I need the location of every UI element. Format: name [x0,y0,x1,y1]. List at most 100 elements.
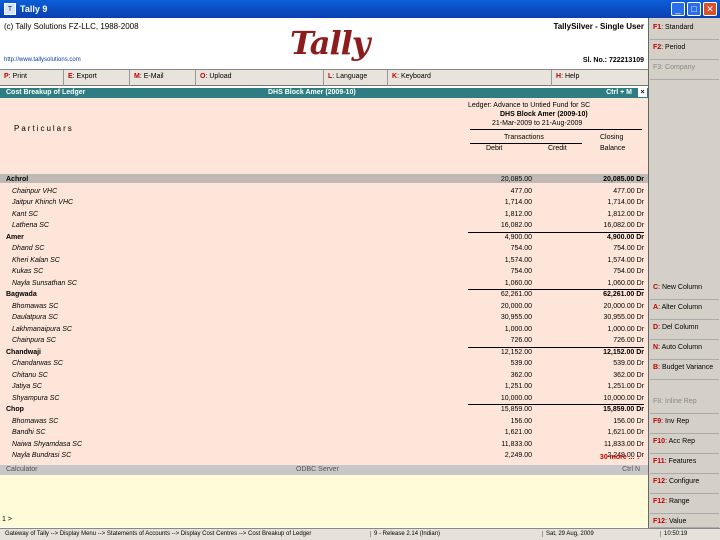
cost-centre-row[interactable]: Lathena SC 16,082.00 16,082.00 Dr [0,221,648,232]
report-shortcut: Ctrl + M [606,89,632,96]
configure-button[interactable]: F12: Configure [650,474,719,494]
row-name: Shyampura SC [12,394,60,402]
row-balance: 30,955.00 Dr [603,314,644,321]
cost-centre-group-row[interactable]: Chandwaji 12,152.00 12,152.00 Dr [0,348,648,359]
odbc-server-label: ODBC Server [296,466,339,473]
row-debit: 20,085.00 [500,176,532,183]
cost-centre-row[interactable]: Kukas SC 754.00 754.00 Dr [0,267,648,278]
cost-centre-row[interactable]: Chandarwas SC 539.00 539.00 Dr [0,359,648,370]
cost-centre-row[interactable]: Bandhi SC 1,621.00 1,621.00 Dr [0,428,648,439]
cost-centre-row[interactable]: Daulatpura SC 30,955.00 30,955.00 Dr [0,313,648,324]
row-balance: 20,000.00 Dr [603,302,644,310]
features-button[interactable]: F11: Features [650,454,719,474]
range-button[interactable]: F12: Range [650,494,719,514]
minimize-button[interactable]: _ [671,2,685,16]
close-report-icon[interactable]: × [638,88,647,97]
cost-centre-row[interactable]: Jaitpur Khinch VHC 1,714.00 1,714.00 Dr [0,198,648,209]
menu-upload[interactable]: O: Upload [196,70,324,86]
auto-column-button[interactable]: N: Auto Column [650,340,719,360]
row-name: Jaitpur Khinch VHC [12,199,74,206]
cost-centre-row[interactable]: Kant SC 1,812.00 1,812.00 Dr [0,210,648,221]
website-url[interactable]: http://www.tallysolutions.com [4,57,81,63]
cost-centre-group-row[interactable]: Achrol 20,085.00 20,085.00 Dr [0,175,648,186]
row-debit: 2,249.00 [504,452,532,459]
report-title: Cost Breakup of Ledger [6,89,86,96]
new-column-button[interactable]: C: New Column [650,280,719,300]
row-debit: 16,082.00 [500,222,532,229]
window-titlebar: T Tally 9 _ □ ✕ [0,0,720,18]
menu-export[interactable]: E: Export [64,70,130,86]
row-name: Dhand SC [12,245,45,252]
row-name: Daulatpura SC [12,314,58,321]
row-name: Lathena SC [12,222,49,229]
row-name: Chandwaji [6,348,42,356]
row-debit: 20,000.00 [500,302,532,310]
edition-text: TallySilver - Single User [553,22,644,31]
row-name: Chitanu SC [12,371,48,379]
row-balance: 1,000.00 Dr [607,325,644,333]
cost-centre-row[interactable]: Nayla Sunsathan SC 1,060.00 1,060.00 Dr [0,279,648,290]
row-balance: 4,900.00 Dr [607,233,644,241]
menu-email[interactable]: M: E-Mail [130,70,196,86]
row-balance: 20,085.00 Dr [603,176,644,183]
cost-centre-row[interactable]: Naiwa Shyamdasa SC 11,833.00 11,833.00 Dr [0,440,648,451]
maximize-button[interactable]: □ [687,2,701,16]
row-debit: 1,060.00 [504,279,532,287]
row-balance: 10,000.00 Dr [603,394,644,402]
cost-centre-row[interactable]: Kheri Kalan SC 1,574.00 1,574.00 Dr [0,256,648,267]
close-button[interactable]: ✕ [703,2,717,16]
company-button[interactable]: F3: Company [650,60,719,80]
value-button[interactable]: F12: Value [650,514,719,528]
inline-rep-button[interactable]: F8: Inline Rep [650,394,719,414]
menu-language[interactable]: L: Language [324,70,388,86]
row-name: Chandarwas SC [12,360,63,367]
cost-centre-row[interactable]: Bhomawas SC 20,000.00 20,000.00 Dr [0,302,648,313]
row-debit: 1,000.00 [504,325,532,333]
row-name: Chainpur VHC [12,187,58,195]
standard-button[interactable]: F1: Standard [650,20,719,40]
cost-centre-row[interactable]: Shyampura SC 10,000.00 10,000.00 Dr [0,394,648,405]
menu-keyboard[interactable]: K: Keyboard [388,70,552,86]
cost-centre-row[interactable]: Dhand SC 754.00 754.00 Dr [0,244,648,255]
cost-centre-row[interactable]: Chainpur VHC 477.00 477.00 Dr [0,187,648,198]
row-debit: 362.00 [510,371,532,379]
cost-centre-group-row[interactable]: Amer 4,900.00 4,900.00 Dr [0,233,648,244]
row-name: Chop [6,406,24,413]
calculator-input-area[interactable] [0,475,648,527]
cost-centre-row[interactable]: Jatiya SC 1,251.00 1,251.00 Dr [0,382,648,393]
cost-centre-row[interactable]: Lakhmanaipura SC 1,000.00 1,000.00 Dr [0,325,648,336]
row-name: Naiwa Shyamdasa SC [12,440,83,448]
debit-header: Debit [486,145,503,152]
cost-centre-row[interactable]: Bhomawas SC 156.00 156.00 Dr [0,417,648,428]
inv-rep-button[interactable]: F9: Inv Rep [650,414,719,434]
budget-variance-button[interactable]: B: Budget Variance [650,360,719,380]
row-debit: 726.00 [510,337,532,344]
row-debit: 754.00 [510,245,532,252]
row-balance: 1,251.00 Dr [607,383,644,390]
row-debit: 1,574.00 [504,256,532,264]
cost-centre-group-row[interactable]: Bagwada 62,261.00 62,261.00 Dr [0,290,648,301]
report-cost-centre: DHS Block Amer (2009-10) [268,89,356,96]
cost-centre-row[interactable]: Chitanu SC 362.00 362.00 Dr [0,371,648,382]
row-debit: 1,812.00 [504,210,532,218]
report-body: Ledger: Advance to Untied Fund for SC DH… [0,98,648,465]
cost-centre-row[interactable]: Chainpura SC 726.00 726.00 Dr [0,336,648,347]
alter-column-button[interactable]: A: Alter Column [650,300,719,320]
row-debit: 477.00 [510,187,532,195]
acc-rep-button[interactable]: F10: Acc Rep [650,434,719,454]
menu-print[interactable]: P: Print [0,70,64,86]
more-rows-indicator[interactable]: 30 more ... ↓ [600,454,640,461]
row-name: Nayla Bundrasi SC [12,452,72,459]
balance-header: Balance [600,145,626,152]
current-time: 10:50:19 [660,531,687,537]
row-debit: 754.00 [510,268,532,275]
period-button[interactable]: F2: Period [650,40,719,60]
cost-centre-group-row[interactable]: Chop 15,859.00 15,859.00 Dr [0,405,648,416]
del-column-button[interactable]: D: Del Column [650,320,719,340]
row-name: Kheri Kalan SC [12,256,60,264]
row-balance: 754.00 Dr [613,268,644,275]
serial-number: Sl. No.: 722213109 [582,57,644,64]
menu-help[interactable]: H: Help [552,70,648,86]
cost-centre-row[interactable]: Nayla Bundrasi SC 2,249.00 2,249.00 Dr [0,451,648,462]
row-debit: 30,955.00 [500,314,532,321]
